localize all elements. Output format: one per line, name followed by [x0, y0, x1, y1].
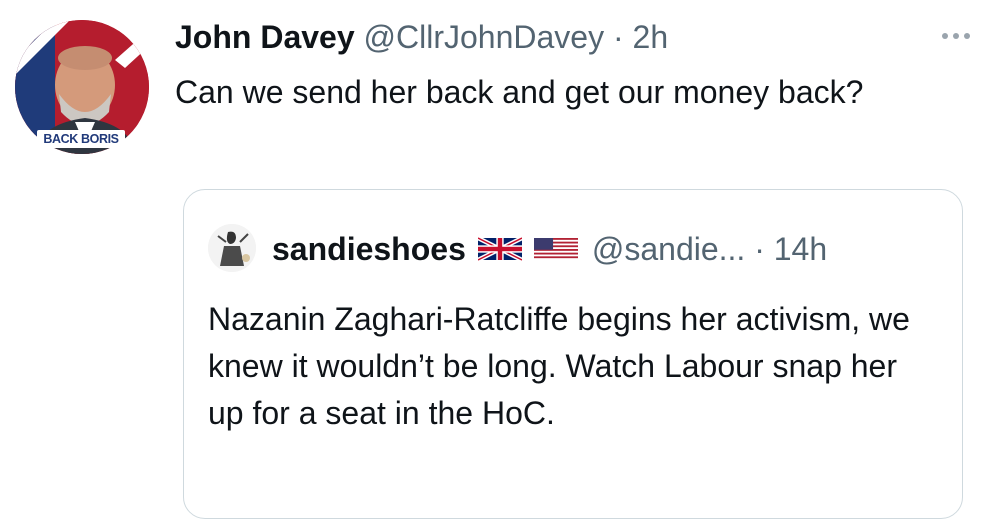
- author-name[interactable]: John Davey: [175, 19, 355, 55]
- avatar-badge: BACK BORIS: [37, 130, 125, 148]
- tweet-text: Can we send her back and get our money b…: [175, 74, 864, 110]
- more-options-icon[interactable]: [942, 33, 970, 39]
- uk-flag-icon: [477, 234, 522, 264]
- quoted-tweet-header: sandieshoes @sandie... · 14h: [272, 229, 827, 269]
- quoted-author-avatar[interactable]: [208, 224, 256, 272]
- quoted-author-handle-time[interactable]: @sandie... · 14h: [592, 229, 827, 269]
- tweet-header: John Davey @CllrJohnDavey · 2h: [175, 17, 668, 57]
- quoted-author-name[interactable]: sandieshoes: [272, 229, 466, 269]
- quoted-tweet-card[interactable]: sandieshoes @sandie... · 14h Nazanin Zag…: [183, 189, 963, 519]
- author-handle[interactable]: @CllrJohnDavey: [364, 19, 605, 55]
- separator: ·: [612, 19, 624, 55]
- tweet-time[interactable]: 2h: [633, 19, 669, 55]
- quoted-tweet-text: Nazanin Zaghari-Ratcliffe begins her act…: [208, 301, 910, 431]
- us-flag-icon: [533, 234, 578, 264]
